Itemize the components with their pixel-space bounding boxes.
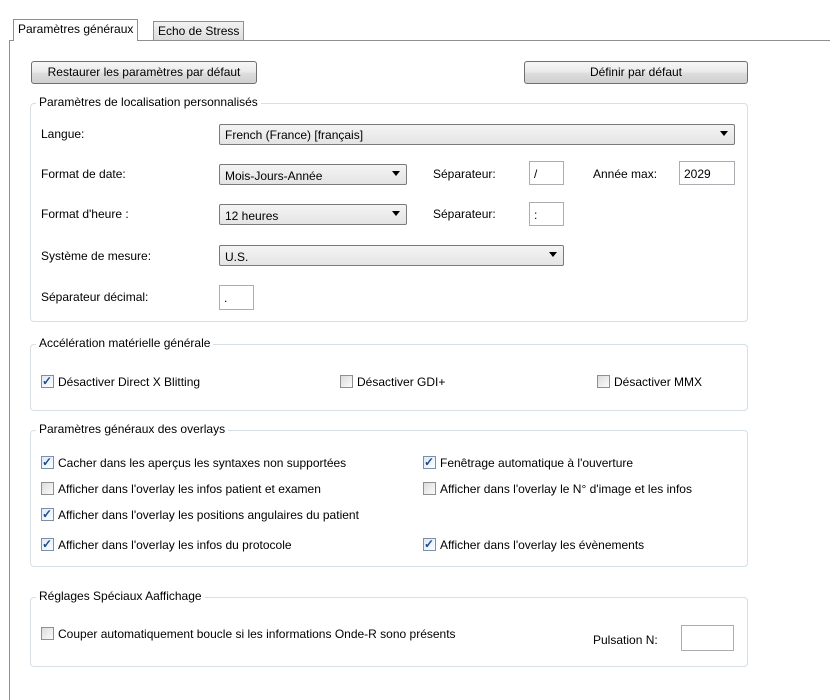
language-label: Langue: [41,127,85,141]
special-settings-legend: Réglages Spéciaux Aaffichage [36,589,205,603]
overlays-legend: Paramètres généraux des overlays [36,422,229,436]
show-patient-info-label: Afficher dans l'overlay les infos patien… [58,482,321,496]
check-mark-icon: ✓ [42,455,53,469]
show-angular-positions-checkbox[interactable]: ✓ [41,507,54,521]
check-mark-icon: ✓ [424,455,435,469]
disable-directx-checkbox[interactable]: ✓ [41,374,54,388]
decimal-separator-label: Séparateur décimal: [41,290,149,304]
check-mark-icon: ✓ [42,507,53,521]
show-angular-positions-label: Afficher dans l'overlay les positions an… [58,508,359,522]
show-protocol-info-label: Afficher dans l'overlay les infos du pro… [58,538,292,552]
decimal-separator-input[interactable]: . [219,285,254,310]
acceleration-legend: Accélération matérielle générale [36,336,214,350]
check-mark-icon: ✓ [42,537,53,551]
language-select[interactable]: French (France) [français] [219,124,735,145]
localization-legend: Paramètres de localisation personnalisés [36,95,261,109]
date-separator-value: / [534,167,538,181]
show-image-number-label: Afficher dans l'overlay le N° d'image et… [440,482,692,496]
tab-stress-echo-label: Echo de Stress [158,24,240,38]
auto-windowing-checkbox[interactable]: ✓ [423,455,436,469]
chevron-down-icon [392,171,400,176]
tab-general-settings-label: Paramètres généraux [18,22,134,36]
pulse-label: Pulsation N: [593,633,658,647]
show-events-label: Afficher dans l'overlay les évènements [440,538,645,552]
time-format-select[interactable]: 12 heures [219,204,407,225]
max-year-label: Année max: [593,167,658,181]
check-mark-icon: ✓ [424,537,435,551]
max-year-input[interactable]: 2029 [679,161,735,185]
disable-directx-label: Désactiver Direct X Blitting [58,375,201,389]
restore-defaults-label: Restaurer les paramètres par défaut [47,65,241,79]
chevron-down-icon [720,131,728,136]
cut-loop-label: Couper automatiquement boucle si les inf… [58,627,456,641]
set-default-label: Définir par défaut [589,65,683,79]
check-mark-icon: ✓ [42,374,53,388]
cut-loop-checkbox[interactable] [41,627,54,640]
show-events-checkbox[interactable]: ✓ [423,537,436,551]
time-separator-value: : [534,208,538,222]
tab-general-settings[interactable]: Paramètres généraux [13,19,139,41]
chevron-down-icon [392,211,400,216]
chevron-down-icon [549,252,557,257]
date-separator-input[interactable]: / [529,161,564,185]
tab-stress-echo[interactable]: Echo de Stress [153,21,245,41]
time-format-label: Format d'heure : [41,207,129,221]
date-format-label: Format de date: [41,167,126,181]
pulse-input[interactable] [681,625,734,651]
auto-windowing-label: Fenêtrage automatique à l'ouverture [440,456,634,470]
show-patient-info-checkbox[interactable] [41,482,54,495]
time-format-value: 12 heures [225,209,279,223]
hide-unsupported-syntax-checkbox[interactable]: ✓ [41,455,54,469]
time-separator-label: Séparateur: [433,207,496,221]
restore-defaults-button[interactable]: Restaurer les paramètres par défaut [31,61,257,84]
hide-unsupported-syntax-label: Cacher dans les aperçus les syntaxes non… [58,456,347,470]
show-image-number-checkbox[interactable] [423,482,436,495]
set-default-button[interactable]: Définir par défaut [524,61,748,84]
disable-mmx-checkbox[interactable] [597,375,610,388]
language-value: French (France) [français] [225,128,364,142]
date-format-select[interactable]: Mois-Jours-Année [219,164,407,185]
disable-gdi-label: Désactiver GDI+ [357,375,446,389]
disable-mmx-label: Désactiver MMX [614,375,703,389]
max-year-value: 2029 [684,167,711,181]
date-separator-label: Séparateur: [433,167,496,181]
measure-system-value: U.S. [225,250,249,264]
measure-system-select[interactable]: U.S. [219,245,564,266]
measure-system-label: Système de mesure: [41,249,152,263]
decimal-separator-value: . [224,291,228,305]
disable-gdi-checkbox[interactable] [340,375,353,388]
show-protocol-info-checkbox[interactable]: ✓ [41,537,54,551]
time-separator-input[interactable]: : [529,202,564,226]
date-format-value: Mois-Jours-Année [225,169,323,183]
